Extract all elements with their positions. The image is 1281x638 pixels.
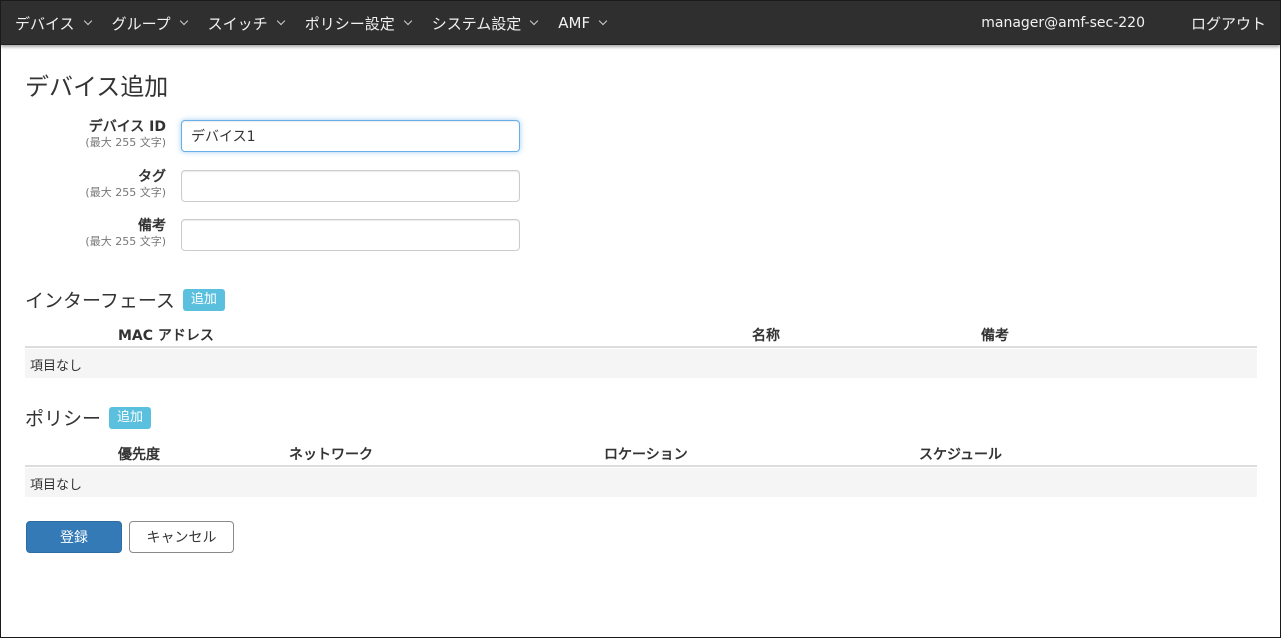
interfaces-table-header: MAC アドレス 名称 備考 (25, 319, 1257, 348)
nav-item-devices[interactable]: デバイス (15, 13, 92, 34)
policies-section-header: ポリシー 追加 (25, 404, 152, 431)
cancel-button[interactable]: キャンセル (129, 521, 234, 553)
form-row-tag: タグ (最大 255 文字) (1, 169, 561, 204)
nav-item-label: デバイス (15, 14, 75, 33)
current-user: manager@amf-sec-220 (981, 15, 1145, 31)
nav-item-label: グループ (111, 14, 171, 33)
column-header: 優先度 (118, 447, 160, 463)
interfaces-section-header: インターフェース 追加 (25, 286, 225, 313)
chevron-down-icon (83, 16, 92, 26)
interfaces-empty-row: 項目なし (25, 349, 1257, 378)
column-header: 名称 (752, 328, 780, 344)
chevron-down-icon (179, 16, 188, 26)
nav-item-amf[interactable]: AMF (558, 14, 608, 32)
logout-link[interactable]: ログアウト (1191, 13, 1266, 34)
policies-title: ポリシー (25, 408, 102, 430)
chevron-down-icon (530, 16, 539, 26)
tag-label: タグ (最大 255 文字) (85, 169, 166, 200)
policies-table-header: 優先度 ネットワーク ロケーション スケジュール (25, 438, 1257, 467)
form-row-device-id: デバイス ID (最大 255 文字) (1, 119, 561, 154)
add-interface-button[interactable]: 追加 (182, 288, 225, 311)
chevron-down-icon (276, 16, 285, 26)
chevron-down-icon (403, 16, 412, 26)
column-header: ロケーション (604, 447, 688, 463)
top-navbar: デバイス グループ スイッチ ポリシー設定 システム設定 AMF manager… (1, 1, 1280, 45)
device-id-input[interactable] (181, 120, 520, 152)
column-header: ネットワーク (289, 447, 373, 463)
nav-item-label: ポリシー設定 (304, 14, 395, 33)
tag-label-text: タグ (138, 169, 166, 185)
device-id-hint: (最大 255 文字) (85, 136, 166, 149)
note-label: 備考 (最大 255 文字) (85, 218, 166, 249)
column-header: 備考 (981, 328, 1009, 344)
note-input[interactable] (181, 219, 520, 251)
chevron-down-icon (598, 16, 608, 26)
device-id-label: デバイス ID (最大 255 文字) (85, 119, 166, 150)
note-label-text: 備考 (138, 218, 166, 234)
interfaces-title: インターフェース (25, 290, 175, 312)
page-title: デバイス追加 (25, 73, 169, 101)
tag-hint: (最大 255 文字) (85, 186, 166, 199)
nav-item-groups[interactable]: グループ (111, 13, 188, 34)
nav-item-label: システム設定 (431, 14, 522, 33)
column-header: MAC アドレス (118, 328, 214, 344)
tag-input[interactable] (181, 170, 520, 202)
column-header: スケジュール (919, 447, 1003, 463)
policies-empty-row: 項目なし (25, 468, 1257, 497)
app-window: デバイス グループ スイッチ ポリシー設定 システム設定 AMF manager… (0, 0, 1281, 638)
nav-menu: デバイス グループ スイッチ ポリシー設定 システム設定 AMF (15, 1, 627, 45)
nav-item-label: スイッチ (207, 14, 268, 33)
nav-item-policy-settings[interactable]: ポリシー設定 (304, 13, 412, 34)
note-hint: (最大 255 文字) (85, 235, 166, 248)
form-row-note: 備考 (最大 255 文字) (1, 218, 561, 253)
nav-item-switches[interactable]: スイッチ (207, 13, 285, 34)
add-policy-button[interactable]: 追加 (109, 406, 152, 429)
submit-button[interactable]: 登録 (26, 521, 122, 553)
nav-item-system-settings[interactable]: システム設定 (431, 13, 539, 34)
nav-item-label: AMF (558, 14, 591, 32)
nav-right: manager@amf-sec-220 ログアウト (981, 1, 1266, 45)
device-id-label-text: デバイス ID (88, 119, 166, 135)
